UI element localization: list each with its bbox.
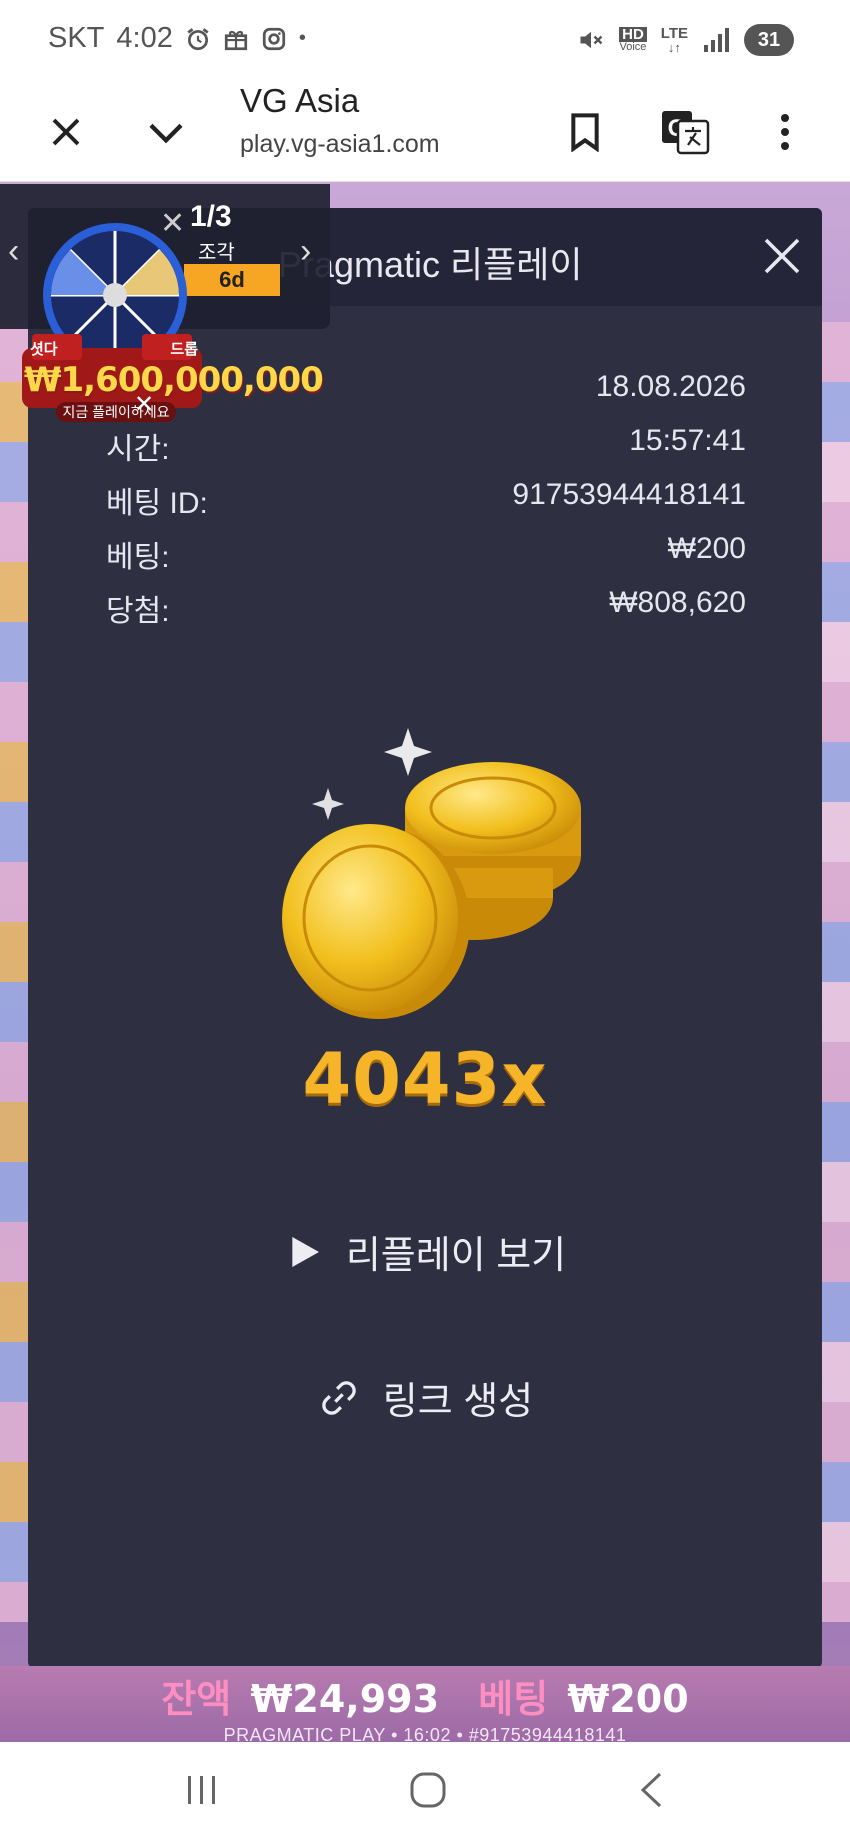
close-tab-button[interactable] — [36, 102, 96, 162]
hd-voice-icon: HD Voice — [619, 26, 647, 53]
mute-icon — [577, 26, 605, 54]
jackpot-tag-left: 셧다 — [30, 341, 58, 358]
translate-button[interactable]: G — [655, 102, 715, 162]
info-value: 91753944418141 — [512, 478, 746, 511]
more-vert-icon — [781, 114, 789, 150]
info-row-win: 당첨: ₩808,620 — [106, 586, 746, 630]
browser-toolbar: VG Asia play.vg-asia1.com G — [0, 82, 850, 182]
translate-icon: G — [662, 111, 710, 155]
info-row-time: 시간: 15:57:41 — [106, 424, 746, 468]
bookmark-icon — [571, 113, 599, 152]
home-button[interactable] — [408, 1770, 448, 1815]
watch-replay-button[interactable]: 리플레이 보기 — [28, 1224, 822, 1279]
info-value: ₩808,620 — [609, 586, 746, 619]
play-icon — [292, 1236, 319, 1267]
gold-coins-image — [282, 728, 581, 1019]
lte-icon: LTE ↓↑ — [660, 25, 688, 55]
info-value: 18.08.2026 — [595, 370, 746, 403]
back-icon — [640, 1772, 662, 1807]
info-row-bet: 베팅: ₩200 — [106, 532, 746, 576]
carrier-label: SKT — [48, 22, 105, 54]
close-icon — [764, 238, 800, 274]
game-footer: 잔액 ₩24,993 베팅 ₩200 PRAGMATIC PLAY • 16:0… — [0, 1666, 850, 1745]
game-reel-right — [822, 322, 850, 1622]
clock: 4:02 — [116, 22, 173, 54]
page-url[interactable]: play.vg-asia1.com — [240, 130, 440, 159]
bookmark-button[interactable] — [555, 102, 615, 162]
info-label: 베팅: — [106, 541, 170, 574]
replay-dialog: Pragmatic 리플레이 18.08.2026 시간: 15:57:41 베… — [28, 208, 822, 1668]
balance-value: ₩24,993 — [250, 1677, 440, 1721]
status-bar: SKT 4:02 • HD Voice LTE ↓↑ 31 — [0, 0, 850, 82]
jackpot-amount: ₩1,600,000,000 — [24, 360, 324, 400]
system-nav-bar — [0, 1742, 850, 1842]
link-icon — [322, 1380, 356, 1415]
info-row-bet-id: 베팅 ID: 91753944418141 — [106, 478, 746, 522]
back-button[interactable] — [636, 1771, 666, 1814]
alarm-icon — [185, 26, 211, 52]
battery-indicator: 31 — [744, 24, 794, 56]
bet-label: 베팅 — [478, 1677, 549, 1721]
signal-icon — [702, 27, 730, 53]
promo-next-button[interactable]: › — [300, 232, 311, 271]
notification-dot: • — [298, 27, 306, 49]
balance-line: 잔액 ₩24,993 베팅 ₩200 — [0, 1666, 850, 1723]
watch-replay-label: 리플레이 보기 — [345, 1235, 567, 1277]
info-label: 시간: — [106, 433, 170, 466]
dialog-close-button[interactable] — [758, 232, 806, 280]
chevron-down-icon — [149, 123, 183, 144]
collapse-button[interactable] — [136, 102, 196, 162]
jackpot-tags: 셧다 드롭 — [30, 338, 198, 359]
bet-value: ₩200 — [567, 1677, 689, 1721]
jackpot-play-button[interactable]: 지금 플레이하세요 — [56, 402, 176, 422]
recent-apps-button[interactable] — [184, 1773, 220, 1812]
gift-icon — [223, 26, 249, 52]
balance-label: 잔액 — [161, 1677, 232, 1721]
promo-count: 1/3 — [190, 200, 232, 233]
promo-days-badge: 6d — [184, 264, 280, 296]
win-multiplier: 4043x — [302, 1038, 548, 1120]
jackpot-close-icon[interactable]: ✕ — [134, 390, 154, 419]
close-icon — [52, 118, 80, 146]
game-reel-left — [0, 322, 30, 1622]
create-link-button[interactable]: 링크 생성 — [28, 1370, 822, 1425]
promo-prev-button[interactable]: ‹ — [8, 232, 19, 271]
home-icon — [410, 1772, 446, 1807]
info-label: 베팅 ID: — [106, 487, 208, 520]
page-title: VG Asia — [240, 82, 360, 119]
info-label: 당첨: — [106, 595, 170, 628]
instagram-icon — [261, 26, 287, 52]
info-value: ₩200 — [667, 532, 746, 565]
create-link-label: 링크 생성 — [382, 1381, 534, 1423]
promo-unit: 조각 — [198, 242, 235, 264]
more-options-button[interactable] — [755, 102, 815, 162]
info-value: 15:57:41 — [629, 424, 746, 457]
recents-icon — [188, 1775, 215, 1804]
jackpot-tag-right: 드롭 — [170, 341, 198, 358]
